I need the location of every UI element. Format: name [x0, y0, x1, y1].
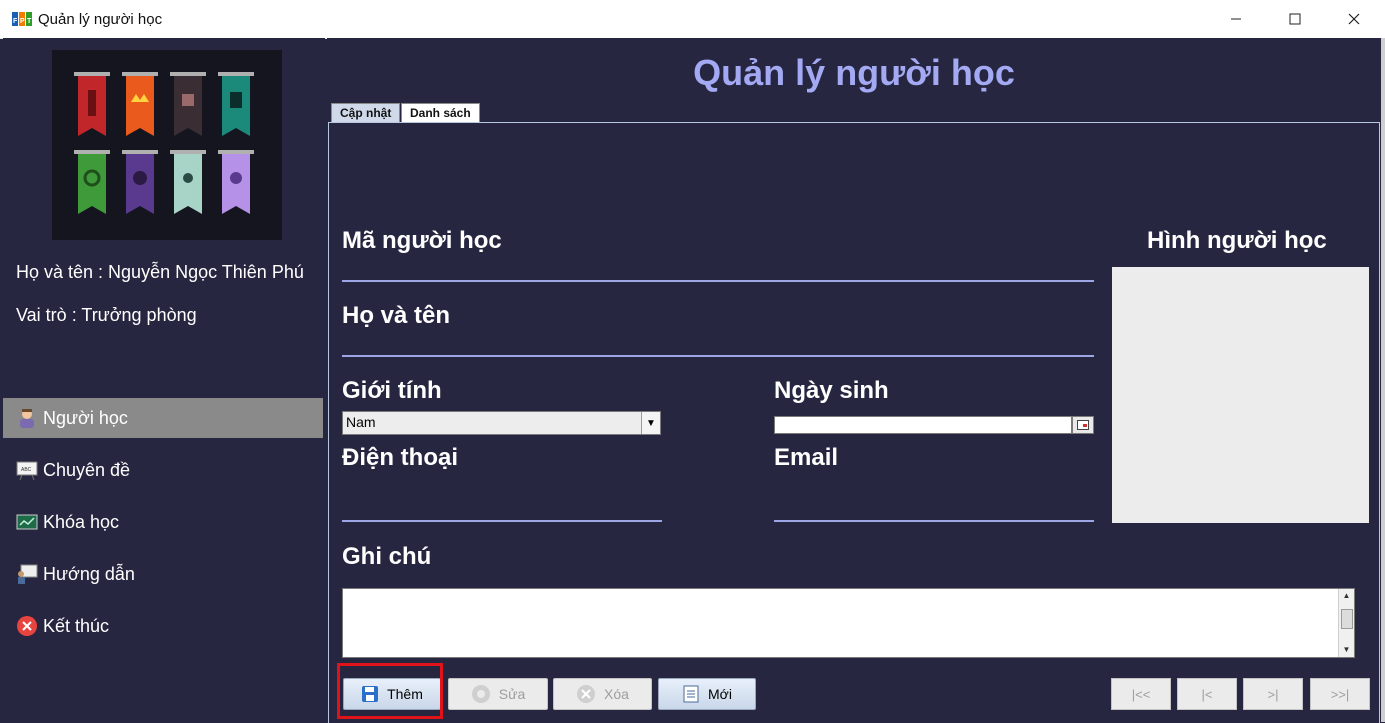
ngay-sinh-label: Ngày sinh — [774, 377, 889, 404]
scroll-thumb[interactable] — [1341, 609, 1353, 629]
ho-ten-field[interactable] — [342, 355, 1094, 357]
banners-logo — [52, 50, 282, 240]
calendar-icon — [1077, 420, 1089, 430]
sidebar-item-label: Chuyên đề — [43, 459, 131, 480]
ghi-chu-textarea[interactable]: ▲ ▼ — [342, 588, 1355, 658]
sidebar-item-label: Người học — [43, 407, 128, 428]
svg-text:F: F — [13, 18, 18, 25]
teacher-icon — [15, 562, 39, 586]
close-button[interactable] — [1331, 0, 1377, 38]
dien-thoai-field[interactable] — [342, 520, 662, 522]
prev-record-button[interactable]: |< — [1177, 678, 1237, 710]
sua-label: Sửa — [498, 686, 526, 702]
sua-button[interactable]: Sửa — [448, 678, 548, 710]
main-content: Quản lý người học Cập nhật Danh sách Mã … — [327, 38, 1381, 723]
sidebar-item-khoa-hoc[interactable]: Khóa học — [3, 502, 323, 542]
first-record-button[interactable]: |<< — [1111, 678, 1171, 710]
chart-icon — [15, 510, 39, 534]
gioi-tinh-label: Giới tính — [342, 377, 442, 404]
maximize-button[interactable] — [1272, 0, 1318, 38]
ma-nguoi-hoc-label: Mã người học — [342, 227, 502, 254]
exit-icon — [15, 614, 39, 638]
window-title: Quản lý người học — [38, 11, 163, 28]
maximize-icon — [1289, 13, 1301, 25]
user-role: Vai trò : Trưởng phòng — [16, 305, 197, 325]
student-icon — [15, 406, 39, 430]
fpt-logo-icon: F P T — [12, 10, 32, 28]
sidebar-item-ket-thuc[interactable]: Kết thúc — [3, 606, 323, 646]
minimize-button[interactable] — [1213, 0, 1259, 38]
xoa-button[interactable]: Xóa — [553, 678, 652, 710]
gioi-tinh-value: Nam — [346, 414, 376, 430]
email-field[interactable] — [774, 520, 1094, 522]
sidebar-item-label: Kết thúc — [43, 615, 110, 636]
moi-label: Mới — [708, 686, 732, 702]
email-label: Email — [774, 444, 839, 471]
window-titlebar: F P T Quản lý người học — [0, 0, 1385, 39]
sidebar-item-nguoi-hoc[interactable]: Người học — [3, 398, 323, 438]
sidebar-item-chuyen-de[interactable]: ABC Chuyên đề — [3, 450, 323, 490]
delete-icon — [576, 684, 596, 704]
ho-ten-label: Họ và tên — [342, 302, 451, 329]
sidebar-item-huong-dan[interactable]: Hướng dẫn — [3, 554, 323, 594]
dien-thoai-label: Điện thoại — [342, 444, 459, 471]
scrollbar[interactable]: ▲ ▼ — [1338, 589, 1354, 657]
next-record-button[interactable]: >| — [1243, 678, 1303, 710]
hinh-nguoi-hoc-label: Hình người học — [1147, 227, 1327, 254]
svg-text:P: P — [20, 18, 25, 25]
sidebar: Họ và tên : Nguyễn Ngọc Thiên Phú Vai tr… — [3, 38, 325, 722]
page-title: Quản lý người học — [693, 52, 1015, 93]
last-record-button[interactable]: >>| — [1310, 678, 1370, 710]
photo-box[interactable] — [1112, 267, 1369, 523]
scroll-down-icon[interactable]: ▼ — [1339, 643, 1354, 657]
edit-icon — [471, 684, 491, 704]
sidebar-item-label: Khóa học — [43, 511, 120, 532]
xoa-label: Xóa — [604, 686, 629, 702]
them-label: Thêm — [387, 686, 423, 702]
ngay-sinh-input[interactable] — [774, 416, 1072, 434]
new-document-icon — [682, 685, 700, 703]
scroll-up-icon[interactable]: ▲ — [1339, 589, 1354, 603]
ghi-chu-label: Ghi chú — [342, 543, 432, 570]
ma-nguoi-hoc-field[interactable] — [342, 280, 1094, 282]
date-picker-button[interactable] — [1072, 416, 1094, 434]
tab-cap-nhat[interactable]: Cập nhật — [331, 103, 401, 123]
window-border — [1381, 38, 1385, 722]
tab-danh-sach[interactable]: Danh sách — [401, 103, 480, 123]
minimize-icon — [1231, 18, 1241, 20]
save-icon — [361, 685, 379, 703]
svg-text:T: T — [27, 18, 32, 25]
them-button[interactable]: Thêm — [343, 678, 441, 710]
gioi-tinh-select[interactable]: Nam ▼ — [342, 411, 661, 435]
moi-button[interactable]: Mới — [658, 678, 756, 710]
svg-text:ABC: ABC — [21, 467, 32, 473]
close-icon — [1348, 13, 1360, 25]
chevron-down-icon[interactable]: ▼ — [641, 412, 660, 434]
sidebar-item-label: Hướng dẫn — [43, 563, 135, 584]
board-icon: ABC — [15, 458, 39, 482]
user-fullname: Họ và tên : Nguyễn Ngọc Thiên Phú — [16, 262, 304, 282]
